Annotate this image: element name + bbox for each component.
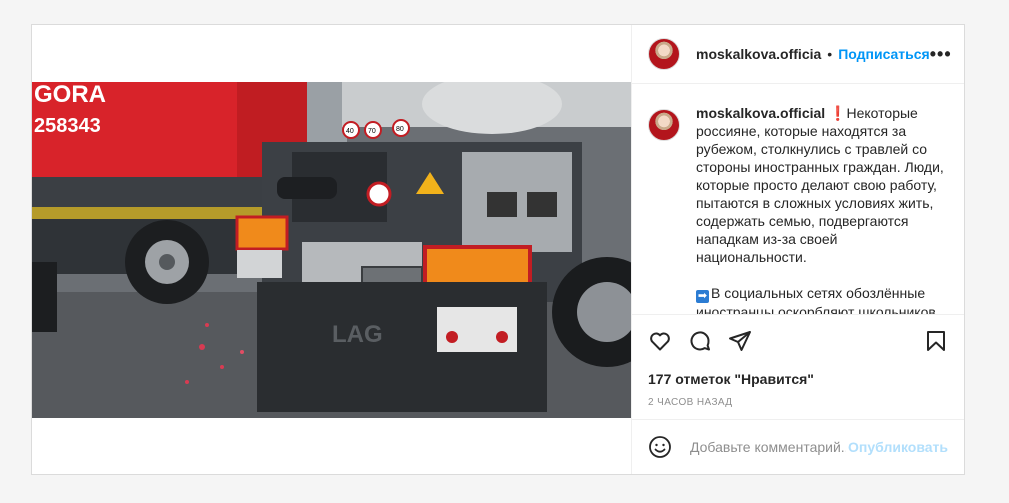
emoji-icon[interactable] bbox=[648, 435, 672, 459]
publish-button[interactable]: Опубликовать bbox=[848, 439, 948, 455]
caption-text-1: Некоторые россияне, которые находятся за… bbox=[696, 105, 944, 265]
caption-avatar[interactable] bbox=[648, 109, 680, 141]
caption-area[interactable]: moskalkova.official ❗Некоторые россияне,… bbox=[632, 84, 964, 314]
truck-sign-text-1: GORA bbox=[34, 82, 106, 108]
speed-sign-40: 40 bbox=[346, 128, 354, 135]
likes-count[interactable]: 177 отметок "Нравится" bbox=[648, 371, 814, 387]
arrow-right-icon: ➡ bbox=[696, 290, 709, 303]
comment-input[interactable] bbox=[688, 438, 849, 456]
caption-username[interactable]: moskalkova.official bbox=[696, 105, 825, 121]
post-timestamp[interactable]: 2 часов назад bbox=[648, 397, 732, 408]
post-header: moskalkova.officia • Подписаться ••• bbox=[632, 25, 964, 84]
bookmark-icon[interactable] bbox=[924, 329, 948, 353]
mudflap-logo: LAG bbox=[332, 321, 383, 348]
separator-dot: • bbox=[827, 46, 833, 62]
speed-sign-80: 80 bbox=[396, 126, 404, 133]
follow-button[interactable]: Подписаться bbox=[838, 46, 930, 62]
post-container: GORA 258343 40 70 80 LAG moskalkova.offi… bbox=[31, 24, 965, 475]
action-icons bbox=[632, 315, 964, 353]
more-options-icon[interactable]: ••• bbox=[930, 44, 952, 65]
caption-paragraph-1: moskalkova.official ❗Некоторые россияне,… bbox=[696, 104, 948, 266]
post-media[interactable]: GORA 258343 40 70 80 LAG bbox=[32, 25, 631, 474]
caption-paragraph-2: ➡ В социальных сетях обозлённые иностранц… bbox=[696, 284, 948, 314]
post-photo[interactable]: GORA 258343 40 70 80 LAG bbox=[32, 82, 631, 418]
caption-text-2: В социальных сетях обозлённые иностранцы… bbox=[696, 285, 936, 314]
caption-body: moskalkova.official ❗Некоторые россияне,… bbox=[696, 104, 948, 314]
share-icon[interactable] bbox=[728, 329, 752, 353]
comment-form: Опубликовать bbox=[632, 419, 964, 474]
exclamation-icon: ❗ bbox=[829, 105, 847, 121]
author-avatar[interactable] bbox=[648, 38, 680, 70]
post-sidebar: moskalkova.officia • Подписаться ••• mos… bbox=[631, 25, 964, 474]
speed-sign-70: 70 bbox=[368, 128, 376, 135]
author-username[interactable]: moskalkova.officia bbox=[696, 46, 821, 62]
truck-sign-text-2: 258343 bbox=[34, 115, 101, 137]
heart-icon[interactable] bbox=[648, 329, 672, 353]
comment-icon[interactable] bbox=[688, 329, 712, 353]
post-actions: 177 отметок "Нравится" 2 часов назад Опу… bbox=[632, 314, 964, 474]
